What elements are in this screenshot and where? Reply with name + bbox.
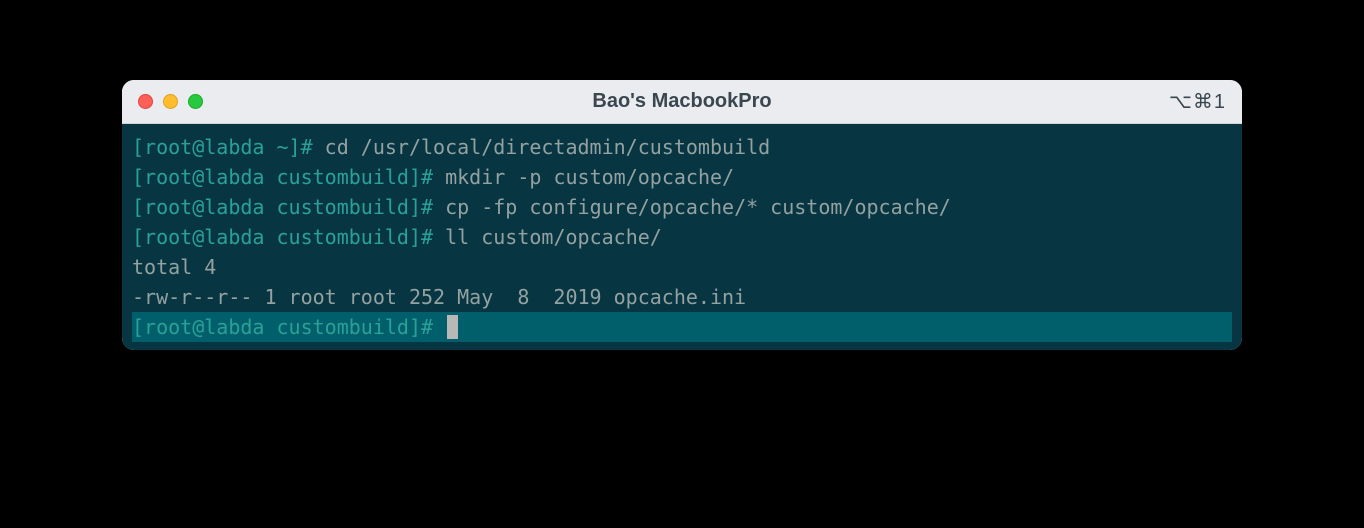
titlebar: Bao's MacbookPro ⌥⌘1 — [122, 80, 1242, 124]
prompt: [root@labda custombuild]# — [132, 165, 445, 189]
prompt: [root@labda ~]# — [132, 135, 325, 159]
cursor — [447, 315, 458, 339]
terminal-body[interactable]: [root@labda ~]# cd /usr/local/directadmi… — [122, 124, 1242, 350]
terminal-line: [root@labda custombuild]# cp -fp configu… — [132, 192, 1232, 222]
window-title: Bao's MacbookPro — [592, 90, 771, 113]
terminal-line: [root@labda ~]# cd /usr/local/directadmi… — [132, 132, 1232, 162]
terminal-window: Bao's MacbookPro ⌥⌘1 [root@labda ~]# cd … — [122, 80, 1242, 350]
command: cd /usr/local/directadmin/custombuild — [325, 135, 771, 159]
prompt: [root@labda custombuild]# — [132, 312, 445, 342]
close-button[interactable] — [138, 94, 153, 109]
prompt: [root@labda custombuild]# — [132, 195, 445, 219]
maximize-button[interactable] — [188, 94, 203, 109]
command: mkdir -p custom/opcache/ — [445, 165, 734, 189]
terminal-active-line: [root@labda custombuild]# — [132, 312, 1232, 342]
terminal-output: -rw-r--r-- 1 root root 252 May 8 2019 op… — [132, 282, 1232, 312]
minimize-button[interactable] — [163, 94, 178, 109]
command: ll custom/opcache/ — [445, 225, 662, 249]
command: cp -fp configure/opcache/* custom/opcach… — [445, 195, 951, 219]
shortcut-indicator: ⌥⌘1 — [1169, 89, 1226, 114]
terminal-line: [root@labda custombuild]# mkdir -p custo… — [132, 162, 1232, 192]
prompt: [root@labda custombuild]# — [132, 225, 445, 249]
terminal-line: [root@labda custombuild]# ll custom/opca… — [132, 222, 1232, 252]
terminal-output: total 4 — [132, 252, 1232, 282]
traffic-lights — [138, 94, 203, 109]
